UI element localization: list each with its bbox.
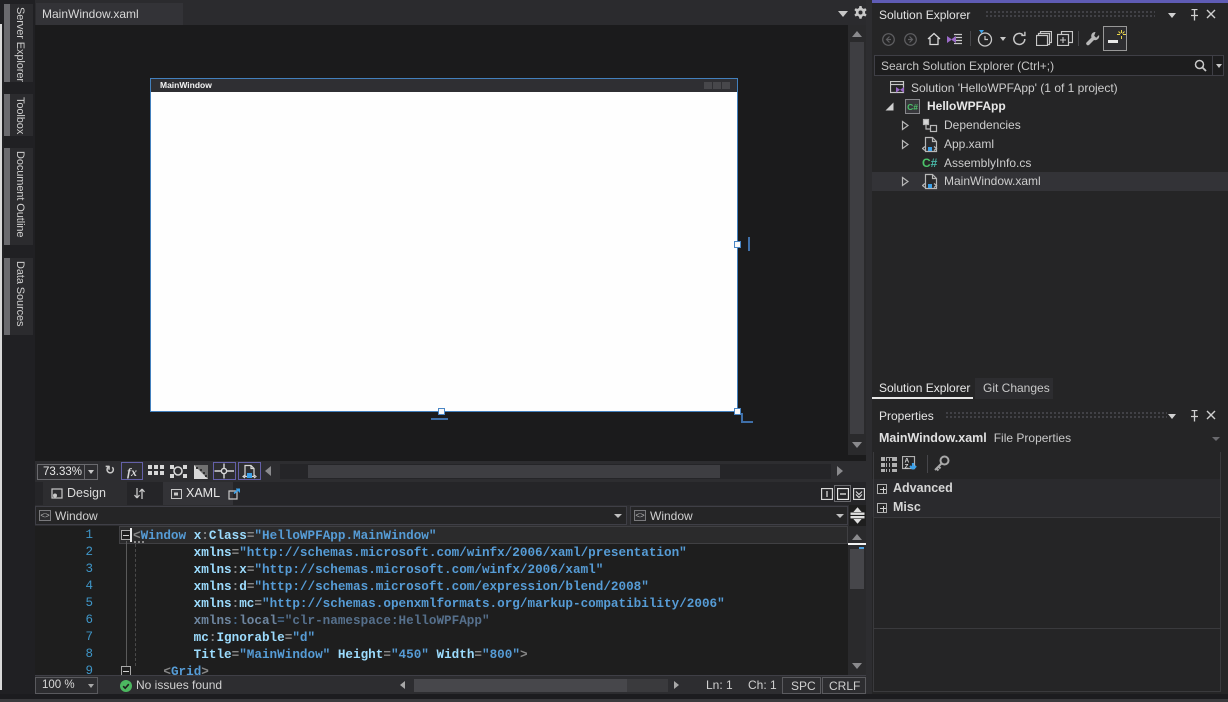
svg-text:Z: Z: [905, 464, 909, 471]
